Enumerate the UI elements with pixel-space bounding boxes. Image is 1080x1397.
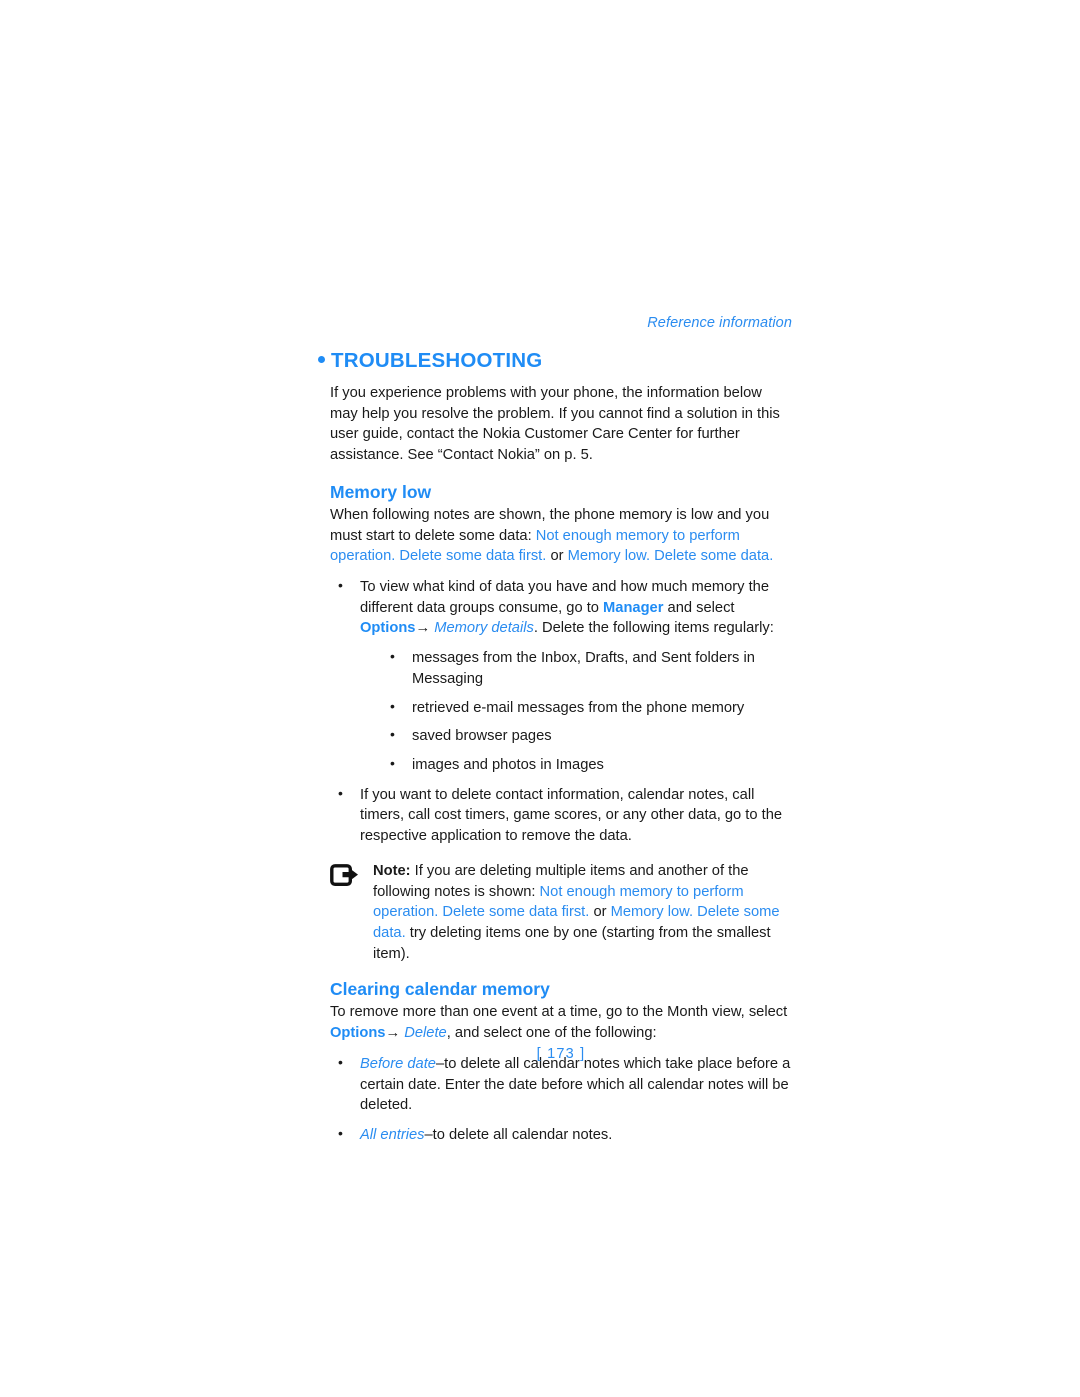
note-arrow-icon	[330, 863, 360, 887]
list-item: saved browser pages	[360, 725, 792, 747]
clearing-calendar-bullet-list: Before date–to delete all calendar notes…	[330, 1053, 792, 1146]
note-block: Note: If you are deleting multiple items…	[330, 861, 792, 965]
keyword-manager: Manager	[603, 599, 664, 616]
memory-low-intro-join: or	[546, 548, 568, 565]
list-item: To view what kind of data you have and h…	[330, 576, 792, 776]
param-delete: Delete	[404, 1025, 447, 1042]
section-heading-memory-low: Memory low	[330, 481, 432, 502]
running-header: Reference information	[647, 315, 792, 331]
bullet-text-after: . Delete the following items regularly:	[533, 620, 774, 637]
bullet-icon	[318, 356, 325, 364]
arrow-right-icon: →	[385, 1025, 401, 1042]
list-item: If you want to delete contact informatio…	[330, 784, 792, 847]
bullet-text-mid: and select	[663, 599, 735, 616]
clearing-intro-text-before: To remove more than one event at a time,…	[330, 1004, 788, 1021]
device-message-memory-low: Memory low. Delete some data.	[567, 548, 774, 565]
page-number: [ 173 ]	[536, 1046, 586, 1062]
list-item: messages from the Inbox, Drafts, and Sen…	[360, 647, 792, 689]
note-text-join: or	[589, 904, 611, 921]
note-text-after: try deleting items one by one (starting …	[373, 925, 771, 962]
memory-low-sub-bullet-list: messages from the Inbox, Drafts, and Sen…	[360, 647, 792, 776]
document-page: Reference information TROUBLESHOOTING If…	[0, 0, 1080, 1397]
clearing-calendar-intro: To remove more than one event at a time,…	[330, 1002, 792, 1043]
clearing-intro-text-after: , and select one of the following:	[446, 1025, 657, 1042]
bullet-text: to delete all calendar notes.	[432, 1127, 613, 1144]
memory-low-intro: When following notes are shown, the phon…	[330, 505, 792, 567]
memory-low-bullet-list: To view what kind of data you have and h…	[330, 576, 792, 847]
param-memory-details: Memory details	[434, 620, 534, 637]
list-item: retrieved e-mail messages from the phone…	[360, 697, 792, 719]
list-item: Before date–to delete all calendar notes…	[330, 1053, 792, 1116]
list-item: All entries–to delete all calendar notes…	[330, 1124, 792, 1146]
chapter-title: TROUBLESHOOTING	[331, 349, 543, 373]
keyword-options: Options	[360, 620, 416, 637]
section-heading-clearing-calendar-memory: Clearing calendar memory	[330, 979, 550, 1000]
dash: –	[424, 1127, 433, 1144]
note-label: Note:	[373, 862, 411, 879]
arrow-right-icon: →	[415, 620, 431, 637]
list-item: images and photos in Images	[360, 754, 792, 776]
keyword-options: Options	[330, 1025, 386, 1042]
param-all-entries: All entries	[360, 1127, 425, 1144]
chapter-heading: TROUBLESHOOTING	[318, 350, 792, 372]
chapter-intro-paragraph: If you experience problems with your pho…	[330, 384, 780, 464]
page-content: Reference information TROUBLESHOOTING If…	[318, 315, 792, 1155]
